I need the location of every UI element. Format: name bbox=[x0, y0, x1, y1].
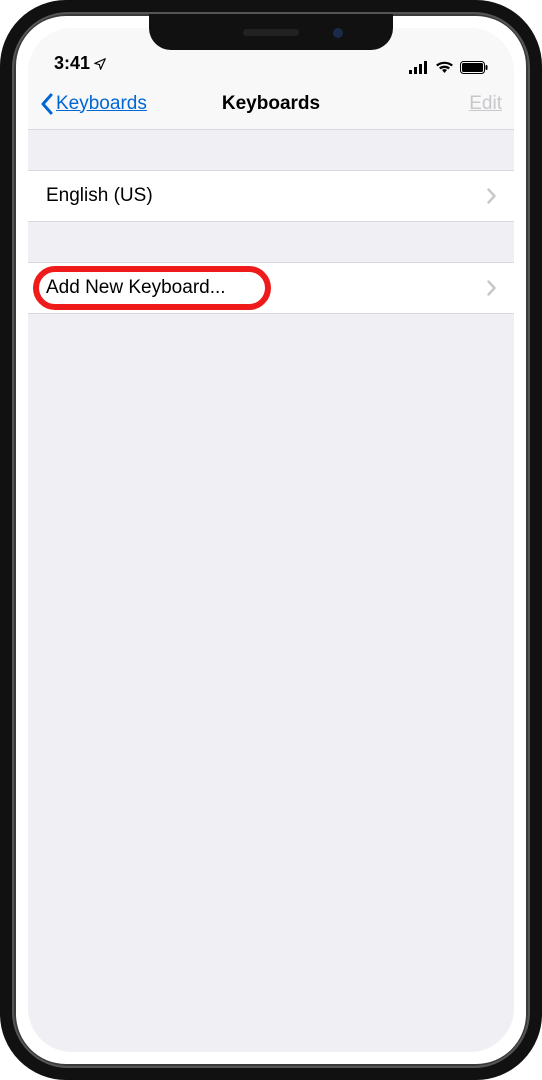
status-time: 3:41 bbox=[54, 53, 90, 74]
back-label: Keyboards bbox=[56, 93, 147, 115]
add-keyboard-group: Add New Keyboard... bbox=[28, 262, 514, 314]
screen: 3:41 bbox=[28, 28, 514, 1052]
battery-icon bbox=[460, 61, 488, 74]
wifi-icon bbox=[435, 60, 454, 74]
status-right bbox=[409, 60, 488, 74]
keyboard-label: English (US) bbox=[46, 185, 153, 207]
back-chevron-icon bbox=[40, 93, 53, 115]
keyboard-row-english-us[interactable]: English (US) bbox=[28, 170, 514, 222]
content-area: English (US) Add New Keyboard... bbox=[28, 170, 514, 1052]
keyboard-list-group: English (US) bbox=[28, 170, 514, 222]
add-new-keyboard-row[interactable]: Add New Keyboard... bbox=[28, 262, 514, 314]
back-button[interactable]: Keyboards bbox=[40, 93, 147, 115]
status-left: 3:41 bbox=[54, 53, 107, 74]
page-title: Keyboards bbox=[222, 93, 320, 115]
edit-button[interactable]: Edit bbox=[469, 93, 502, 115]
chevron-right-icon bbox=[487, 188, 496, 204]
notch bbox=[149, 14, 393, 50]
nav-bar: Keyboards Keyboards Edit bbox=[28, 78, 514, 130]
location-icon bbox=[93, 57, 107, 71]
chevron-right-icon bbox=[487, 280, 496, 296]
cellular-icon bbox=[409, 61, 429, 74]
add-keyboard-label: Add New Keyboard... bbox=[46, 277, 226, 299]
